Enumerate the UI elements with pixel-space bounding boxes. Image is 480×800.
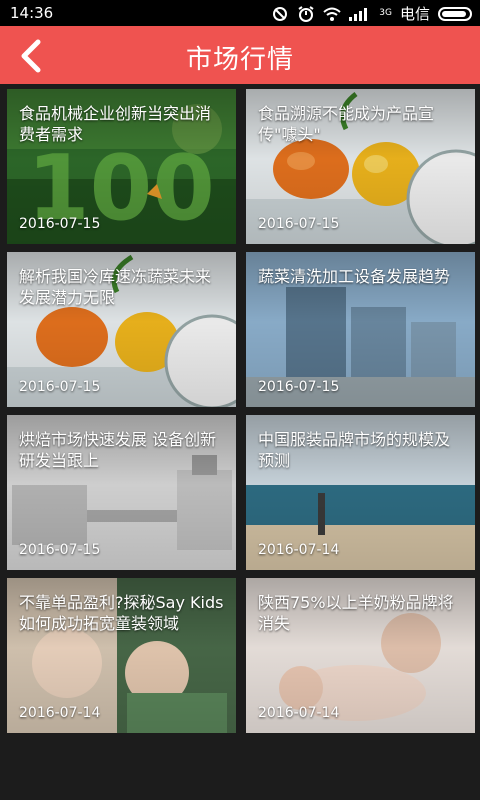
- article-card[interactable]: 陕西75%以上羊奶粉品牌将消失 2016-07-14: [246, 578, 475, 733]
- app-bar: 市场行情: [0, 26, 480, 84]
- article-card[interactable]: 烘焙市场快速发展 设备创新研发当跟上 2016-07-15: [7, 415, 236, 570]
- article-card[interactable]: 解析我国冷库速冻蔬菜未来发展潜力无限 2016-07-15: [7, 252, 236, 407]
- do-not-disturb-icon: [271, 6, 289, 22]
- signal-icon: [349, 6, 371, 22]
- status-time: 14:36: [10, 4, 54, 22]
- article-title: 食品机械企业创新当突出消费者需求: [19, 104, 212, 144]
- carrier-name: 电信: [399, 5, 430, 23]
- article-card[interactable]: 蔬菜清洗加工设备发展趋势 2016-07-15: [246, 252, 475, 407]
- article-date: 2016-07-15: [19, 216, 101, 232]
- alarm-icon: [297, 5, 315, 22]
- article-card[interactable]: 100 食品机械企业创新当突出消费者需求 2016-07-15: [7, 89, 236, 244]
- article-title: 食品溯源不能成为产品宣传"噱头": [258, 104, 435, 144]
- article-card[interactable]: 中国服装品牌市场的规模及预测 2016-07-14: [246, 415, 475, 570]
- article-title: 不靠单品盈利?探秘Say Kids 如何成功拓宽童装领域: [19, 593, 224, 633]
- article-title: 陕西75%以上羊奶粉品牌将消失: [258, 593, 454, 633]
- article-card[interactable]: 食品溯源不能成为产品宣传"噱头" 2016-07-15: [246, 89, 475, 244]
- article-date: 2016-07-14: [258, 542, 340, 558]
- status-icons: 3G 电信: [271, 3, 472, 24]
- article-title: 解析我国冷库速冻蔬菜未来发展潜力无限: [19, 267, 212, 307]
- article-card[interactable]: 不靠单品盈利?探秘Say Kids 如何成功拓宽童装领域 2016-07-14: [7, 578, 236, 733]
- wifi-icon: [323, 6, 341, 22]
- battery-icon: [438, 6, 472, 21]
- network-type: 3G: [379, 8, 392, 18]
- status-bar: 14:36 3G 电信: [0, 0, 480, 26]
- article-date: 2016-07-15: [19, 379, 101, 395]
- article-title: 中国服装品牌市场的规模及预测: [258, 430, 451, 470]
- article-date: 2016-07-15: [258, 379, 340, 395]
- article-title: 蔬菜清洗加工设备发展趋势: [258, 267, 451, 286]
- article-date: 2016-07-15: [19, 542, 101, 558]
- page-title: 市场行情: [185, 45, 294, 75]
- article-title: 烘焙市场快速发展 设备创新研发当跟上: [19, 430, 217, 470]
- article-date: 2016-07-14: [19, 705, 101, 721]
- article-date: 2016-07-15: [258, 216, 340, 232]
- article-date: 2016-07-14: [258, 705, 340, 721]
